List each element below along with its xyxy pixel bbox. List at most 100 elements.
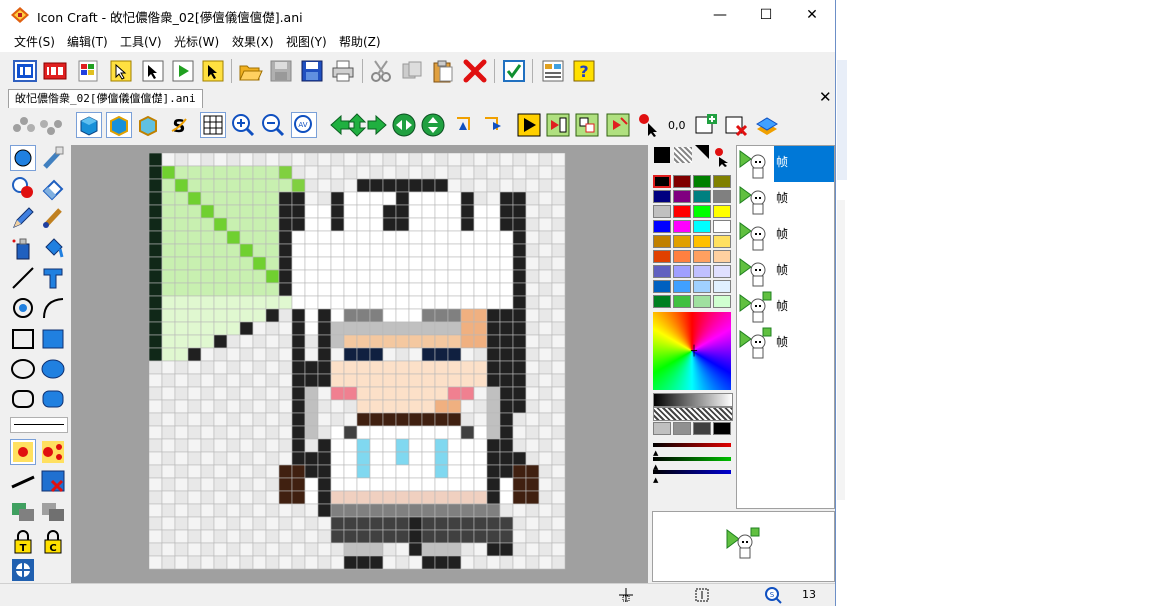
- pixel-cell[interactable]: [252, 451, 267, 466]
- pixel-cell[interactable]: [343, 165, 358, 180]
- pixel-cell[interactable]: [447, 503, 462, 518]
- pixel-cell[interactable]: [551, 490, 566, 505]
- pixel-cell[interactable]: [278, 347, 293, 362]
- pixel-cell[interactable]: [382, 178, 397, 193]
- pixel-cell[interactable]: [239, 490, 254, 505]
- pixel-cell[interactable]: [161, 269, 176, 284]
- pixel-cell[interactable]: [239, 230, 254, 245]
- pixel-cell[interactable]: [460, 555, 475, 570]
- pixel-cell[interactable]: [499, 464, 514, 479]
- pixel-cell[interactable]: [512, 204, 527, 219]
- pixel-cell[interactable]: [447, 425, 462, 440]
- menu-tools[interactable]: 工具(V): [120, 33, 162, 50]
- pixel-cell[interactable]: [317, 243, 332, 258]
- pixel-cell[interactable]: [304, 529, 319, 544]
- cut-button[interactable]: [368, 58, 394, 84]
- pixel-cell[interactable]: [473, 282, 488, 297]
- pixel-cell[interactable]: [382, 295, 397, 310]
- pixel-cell[interactable]: [512, 438, 527, 453]
- pixel-cell[interactable]: [473, 256, 488, 271]
- pixel-cell[interactable]: [265, 347, 280, 362]
- pixel-cell[interactable]: [395, 347, 410, 362]
- pixel-cell[interactable]: [356, 347, 371, 362]
- pixel-cell[interactable]: [304, 386, 319, 401]
- pixel-cell[interactable]: [213, 191, 228, 206]
- pixel-cell[interactable]: [369, 373, 384, 388]
- pixel-cell[interactable]: [473, 347, 488, 362]
- pixel-cell[interactable]: [278, 191, 293, 206]
- pixel-cell[interactable]: [149, 503, 163, 518]
- pixel-cell[interactable]: [278, 529, 293, 544]
- pixel-cell[interactable]: [421, 308, 436, 323]
- pixel-cell[interactable]: [486, 438, 501, 453]
- pixel-cell[interactable]: [200, 191, 215, 206]
- pixel-cell[interactable]: [200, 256, 215, 271]
- pixel-cell[interactable]: [395, 464, 410, 479]
- pixel-cell[interactable]: [252, 412, 267, 427]
- pixel-cell[interactable]: [304, 282, 319, 297]
- pixel-cell[interactable]: [408, 282, 423, 297]
- pixel-cell[interactable]: [512, 373, 527, 388]
- pixel-cell[interactable]: [538, 295, 553, 310]
- pixel-cell[interactable]: [551, 451, 566, 466]
- pixel-cell[interactable]: [213, 282, 228, 297]
- pixel-cell[interactable]: [473, 438, 488, 453]
- pixel-cell[interactable]: [382, 308, 397, 323]
- pixel-cell[interactable]: [538, 555, 553, 570]
- pixel-cell[interactable]: [317, 334, 332, 349]
- pixel-cell[interactable]: [421, 464, 436, 479]
- pixel-cell[interactable]: [434, 360, 449, 375]
- pixel-cell[interactable]: [161, 230, 176, 245]
- color-picker-tool[interactable]: [10, 175, 36, 201]
- blue-slider-thumb[interactable]: ▲: [653, 476, 658, 484]
- pixel-cell[interactable]: [239, 178, 254, 193]
- pixel-cell[interactable]: [278, 334, 293, 349]
- pixel-cell[interactable]: [499, 555, 514, 570]
- pixel-cell[interactable]: [213, 308, 228, 323]
- duplicate-frame-button[interactable]: [574, 112, 600, 138]
- new-cursor-button[interactable]: [108, 58, 134, 84]
- pixel-cell[interactable]: [265, 230, 280, 245]
- pixel-cell[interactable]: [252, 321, 267, 336]
- pixel-cell[interactable]: [213, 256, 228, 271]
- pixel-cell[interactable]: [382, 555, 397, 570]
- insert-frame-button[interactable]: [545, 112, 571, 138]
- menu-effects[interactable]: 效果(X): [232, 33, 274, 50]
- pixel-cell[interactable]: [369, 282, 384, 297]
- pixel-cell[interactable]: [538, 451, 553, 466]
- pixel-cell[interactable]: [239, 165, 254, 180]
- pixel-cell[interactable]: [512, 412, 527, 427]
- pixel-cell[interactable]: [291, 217, 306, 232]
- pixel-cell[interactable]: [226, 360, 241, 375]
- pixel-cell[interactable]: [434, 321, 449, 336]
- pixel-cell[interactable]: [304, 308, 319, 323]
- rectangle-tool[interactable]: [10, 326, 36, 352]
- pixel-cell[interactable]: [278, 269, 293, 284]
- delete-button[interactable]: [462, 58, 488, 84]
- pixel-cell[interactable]: [330, 334, 345, 349]
- pixel-cell[interactable]: [161, 451, 176, 466]
- pixel-cell[interactable]: [161, 282, 176, 297]
- pixel-cell[interactable]: [486, 373, 501, 388]
- text-tool[interactable]: [40, 265, 66, 291]
- pixel-cell[interactable]: [330, 464, 345, 479]
- pixel-cell[interactable]: [356, 165, 371, 180]
- pixel-cell[interactable]: [252, 516, 267, 531]
- pixel-cell[interactable]: [213, 360, 228, 375]
- pixel-cell[interactable]: [252, 438, 267, 453]
- pixel-cell[interactable]: [265, 334, 280, 349]
- pixel-cell[interactable]: [473, 360, 488, 375]
- pixel-cell[interactable]: [382, 230, 397, 245]
- pixel-cell[interactable]: [343, 347, 358, 362]
- pixel-cell[interactable]: [395, 412, 410, 427]
- pixel-cell[interactable]: [538, 516, 553, 531]
- pixel-cell[interactable]: [239, 529, 254, 544]
- pixel-cell[interactable]: [291, 191, 306, 206]
- pixel-cell[interactable]: [356, 425, 371, 440]
- pixel-cell[interactable]: [434, 308, 449, 323]
- pixel-cell[interactable]: [252, 399, 267, 414]
- pixel-cell[interactable]: [525, 516, 540, 531]
- palette-swatch[interactable]: [653, 265, 671, 278]
- pixel-cell[interactable]: [226, 477, 241, 492]
- arc-tool[interactable]: [40, 295, 66, 321]
